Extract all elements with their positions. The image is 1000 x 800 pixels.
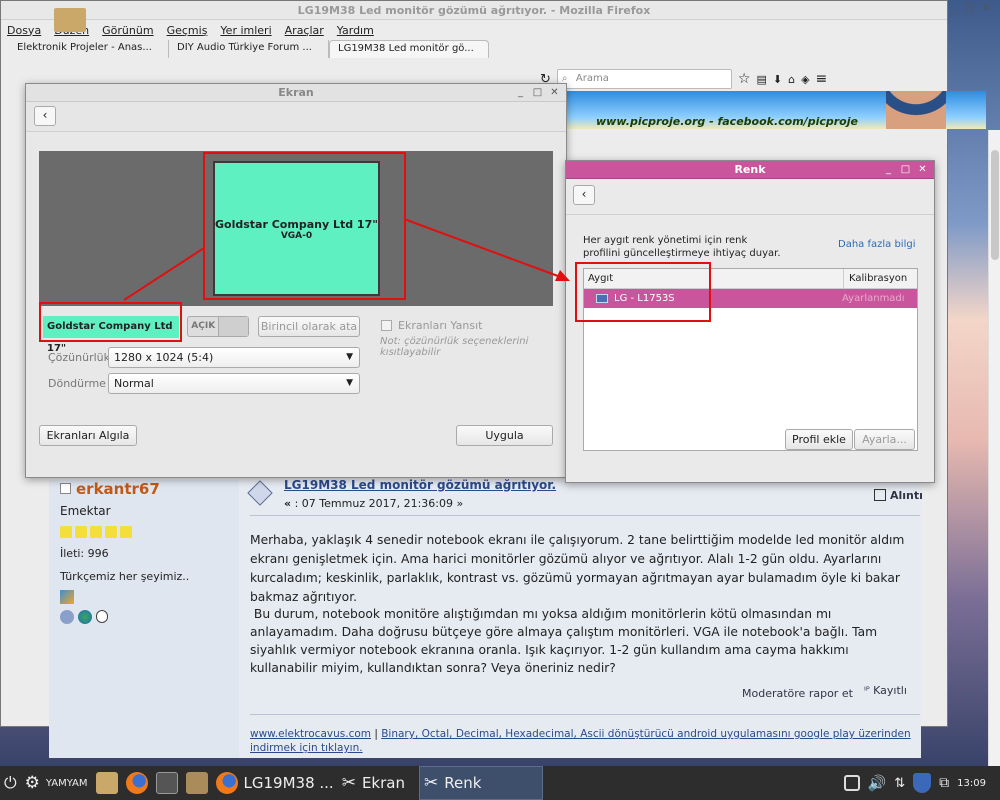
volume-icon[interactable]: 🔊 [864, 766, 891, 800]
power-icon: ⏻ [4, 773, 17, 792]
display-icon[interactable]: ⧉ [935, 766, 953, 800]
power-button[interactable]: ⏻ [0, 766, 21, 800]
terminal-launcher[interactable] [152, 766, 182, 800]
arrow-monitor-to-device [403, 218, 567, 280]
firefox-icon [215, 772, 238, 794]
tools-icon: ✂ [341, 773, 356, 793]
files-launcher-2[interactable] [182, 766, 212, 800]
arrow-label-to-monitor [123, 247, 205, 301]
firefox-icon [125, 772, 148, 794]
files-launcher[interactable] [92, 766, 122, 800]
task-firefox[interactable]: LG19M38 ... [212, 766, 338, 800]
settings-button[interactable]: ⚙ YAMYAM [21, 766, 92, 800]
task-ekran[interactable]: ✂ Ekran [338, 766, 409, 800]
folder-icon [95, 772, 118, 794]
show-desktop-button[interactable] [990, 766, 1000, 800]
firefox-launcher[interactable] [122, 766, 152, 800]
task-renk[interactable]: ✂ Renk [418, 766, 543, 800]
security-shield-icon[interactable] [909, 766, 935, 800]
network-icon[interactable]: ⇅ [890, 766, 909, 800]
folder-icon [185, 772, 208, 794]
gear-icon: ⚙ [24, 773, 40, 793]
window-list-icon[interactable] [840, 766, 864, 800]
annotation-arrows [123, 218, 570, 301]
clock[interactable]: 13:09 [953, 766, 990, 800]
taskbar: ⏻ ⚙ YAMYAM LG19M38 ... ✂ Ekran ✂ Renk 🔊 ⇅ ⧉… [0, 766, 1000, 800]
terminal-icon [155, 772, 178, 794]
tools-icon: ✂ [423, 773, 439, 793]
